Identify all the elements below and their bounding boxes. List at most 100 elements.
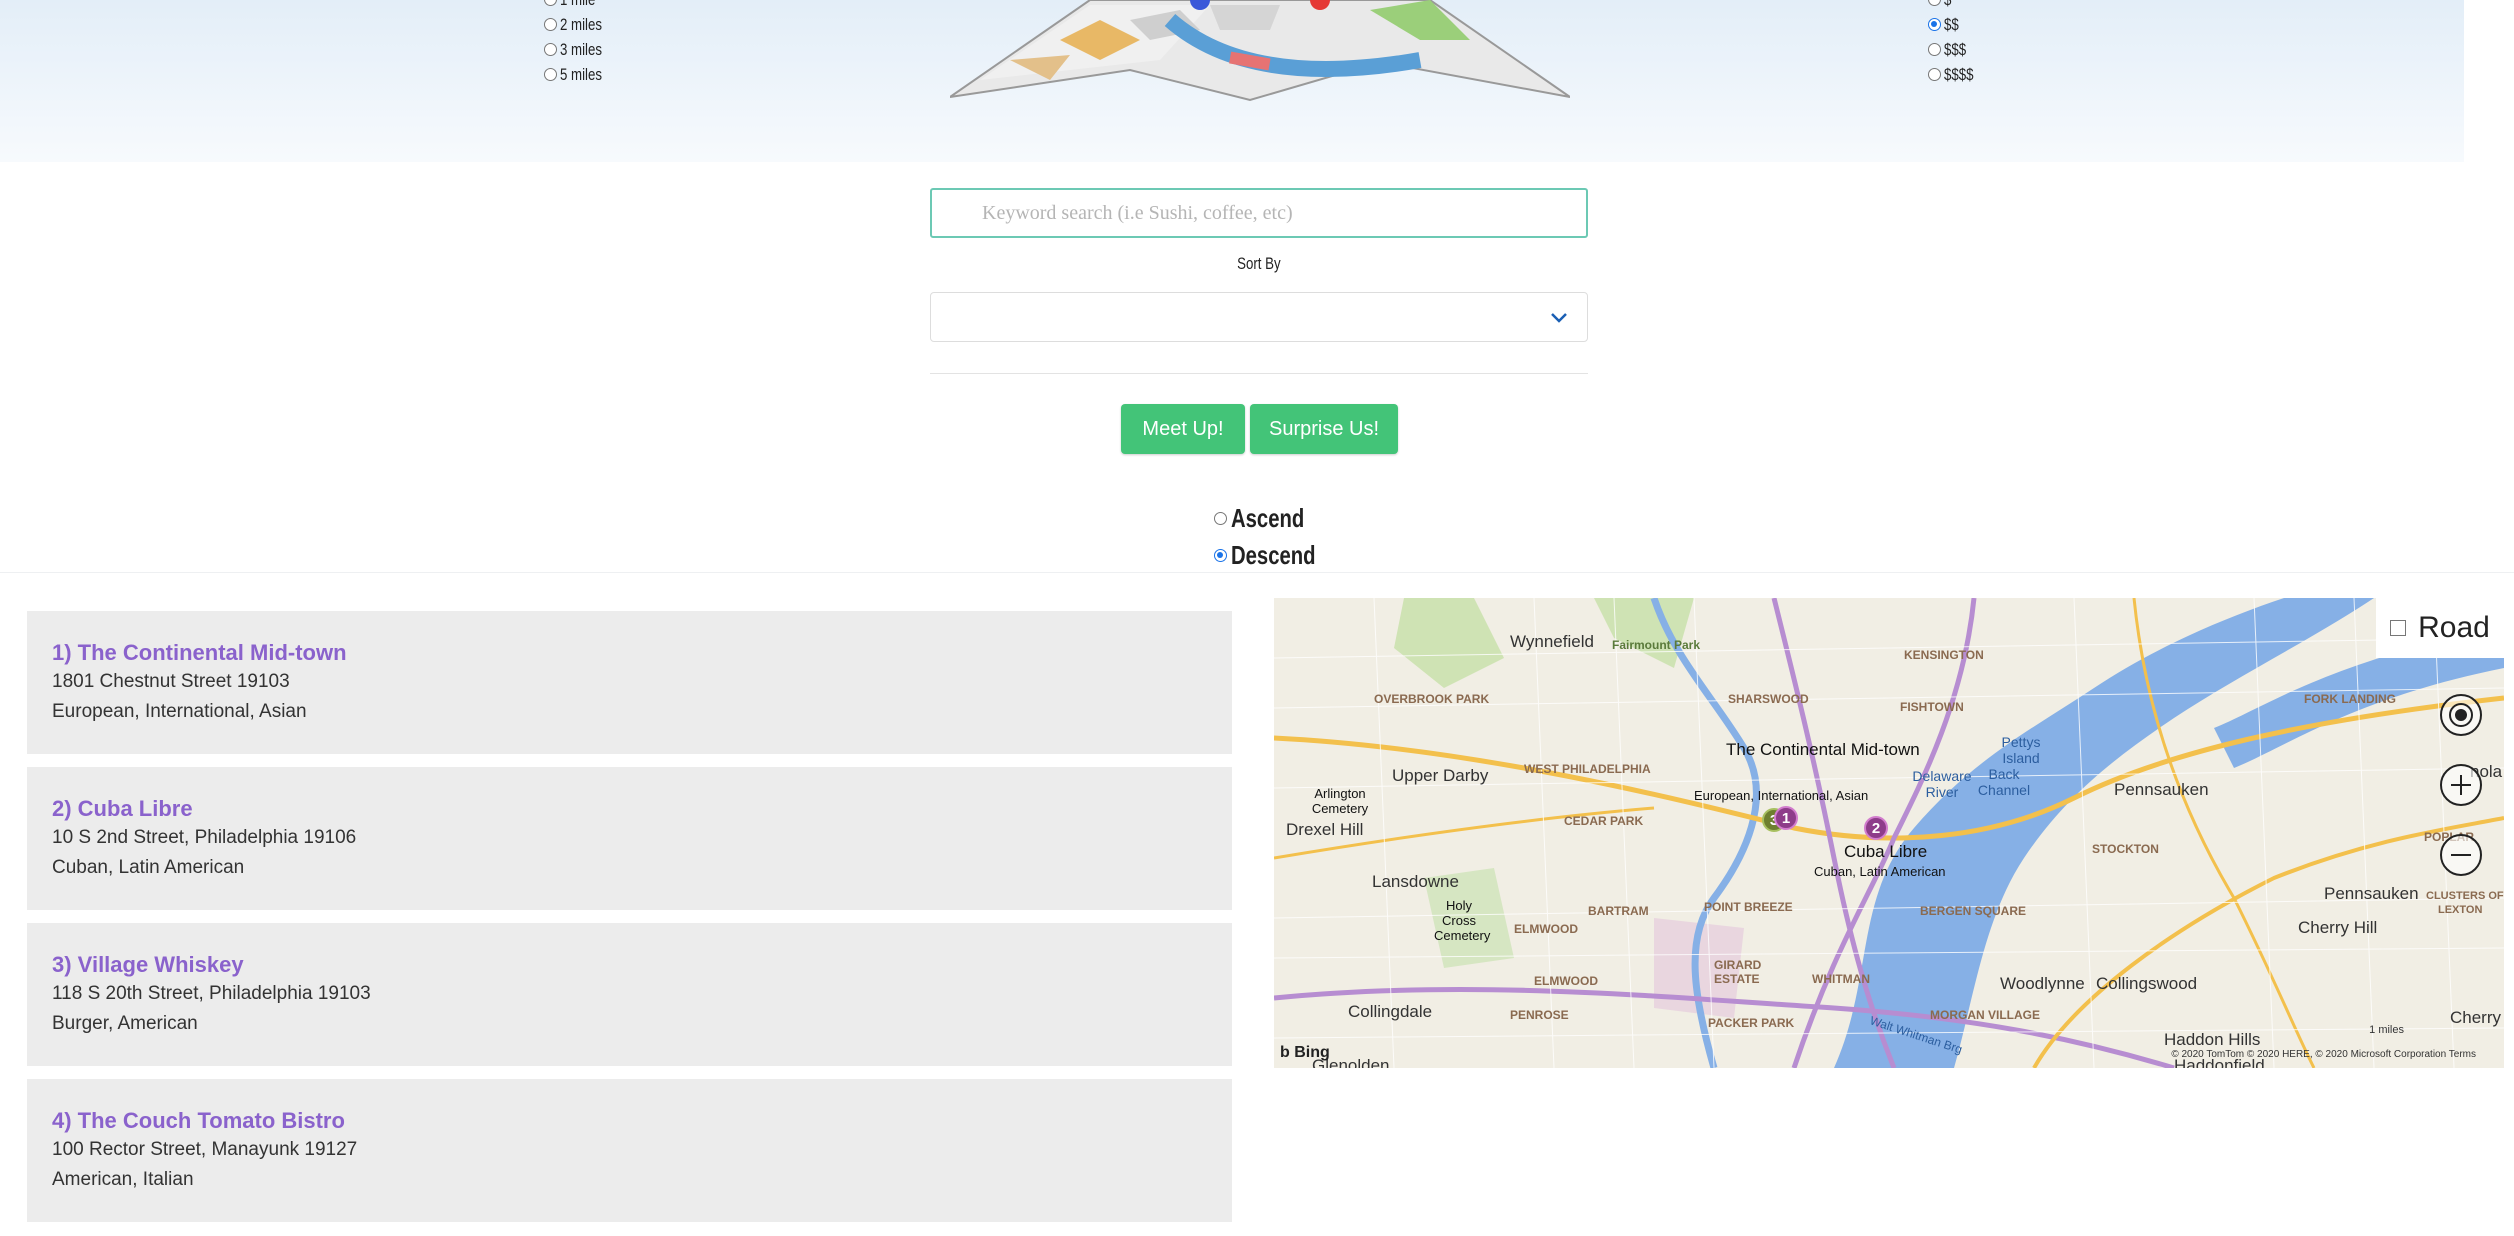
map-copyright: © 2020 TomTom © 2020 HERE, © 2020 Micros… xyxy=(2171,1049,2476,1060)
map-style-label: Road xyxy=(2418,611,2490,644)
distance-label: 1 mile xyxy=(560,0,595,10)
map-place-label: STOCKTON xyxy=(2092,842,2159,856)
map-marker[interactable]: 1 xyxy=(1774,806,1798,830)
map-place-label: Back Channel xyxy=(1977,766,2031,798)
radio-button[interactable] xyxy=(1928,0,1941,6)
map-place-label: KENSINGTON xyxy=(1904,648,1984,662)
result-cuisine: Burger, American xyxy=(52,1013,198,1034)
map-place-label: ELMWOOD xyxy=(1534,974,1598,988)
map-place-label: FISHTOWN xyxy=(1900,700,1964,714)
price-option[interactable]: $ xyxy=(1928,0,1982,12)
pin-title: The Continental Mid-town xyxy=(1726,740,1920,759)
price-label: $$$ xyxy=(1944,39,1967,59)
map-place-label: Collingswood xyxy=(2096,974,2198,993)
radio-button-selected[interactable] xyxy=(1214,549,1227,562)
price-option[interactable]: $$$ xyxy=(1928,37,1982,62)
sort-by-select[interactable] xyxy=(930,292,1588,342)
map-place-label: GIRARD ESTATE xyxy=(1714,958,1762,986)
result-name-link[interactable]: 3) Village Whiskey xyxy=(52,951,1232,979)
result-cuisine: European, International, Asian xyxy=(52,701,307,722)
radio-button[interactable] xyxy=(544,43,557,56)
result-name-link[interactable]: 1) The Continental Mid-town xyxy=(52,639,1232,667)
ascend-option[interactable]: Ascend xyxy=(1214,500,1339,537)
radio-button[interactable] xyxy=(1214,512,1227,525)
map-style-button[interactable]: Road xyxy=(2376,598,2504,658)
result-address: 1801 Chestnut Street 19103 xyxy=(52,671,290,692)
keyword-search-box xyxy=(930,188,1588,238)
price-label: $ xyxy=(1944,0,1951,10)
pin-subtitle: European, International, Asian xyxy=(1694,788,1869,803)
map-place-label: LEXTON xyxy=(2438,904,2483,916)
radio-button[interactable] xyxy=(544,0,557,6)
results-map[interactable]: Wynnefield Fairmount Park KENSINGTON OVE… xyxy=(1274,598,2504,1068)
folded-map-illustration xyxy=(950,0,1570,102)
map-base-layer xyxy=(1274,598,2504,1068)
map-scale: 1 miles xyxy=(2369,1024,2404,1036)
map-place-label: SHARSWOOD xyxy=(1728,692,1809,706)
section-divider xyxy=(0,572,2514,573)
map-place-label: Woodlynne xyxy=(2000,974,2085,993)
map-place-label: FORK LANDING xyxy=(2304,692,2396,706)
result-name-link[interactable]: 4) The Couch Tomato Bistro xyxy=(52,1107,1232,1135)
result-cuisine: Cuban, Latin American xyxy=(52,857,245,878)
sort-by-text: Sort By xyxy=(1237,254,1281,273)
result-card[interactable]: 1) The Continental Mid-town 1801 Chestnu… xyxy=(27,611,1232,754)
distance-option[interactable]: 5 miles xyxy=(544,62,614,87)
map-place-label: Pettys Island xyxy=(2001,734,2041,766)
price-label: $$ xyxy=(1944,14,1959,34)
distance-label: 3 miles xyxy=(560,39,603,59)
map-place-label: Arlington Cemetery xyxy=(1311,786,1369,816)
map-marker[interactable]: 2 xyxy=(1864,816,1888,840)
map-place-label: Cherry Hill xyxy=(2298,918,2378,937)
map-place-label: Pennsauken xyxy=(2324,884,2419,903)
surprise-us-button[interactable]: Surprise Us! xyxy=(1250,404,1398,454)
price-label: $$$$ xyxy=(1944,64,1974,84)
results-list: 1) The Continental Mid-town 1801 Chestnu… xyxy=(27,611,1232,1235)
map-place-label: Upper Darby xyxy=(1392,766,1489,785)
result-card[interactable]: 2) Cuba Libre 10 S 2nd Street, Philadelp… xyxy=(27,767,1232,910)
distance-label: 5 miles xyxy=(560,64,603,84)
plus-icon xyxy=(2451,775,2471,795)
map-place-label: CLUSTERS OF xyxy=(2426,890,2504,902)
keyword-search-input[interactable] xyxy=(932,190,1586,236)
result-card[interactable]: 3) Village Whiskey 118 S 20th Street, Ph… xyxy=(27,923,1232,1066)
radio-button[interactable] xyxy=(1928,68,1941,81)
price-option[interactable]: $$ xyxy=(1928,12,1982,37)
map-place-label: BARTRAM xyxy=(1588,904,1649,918)
map-place-label: PENROSE xyxy=(1510,1008,1569,1022)
map-place-label: PACKER PARK xyxy=(1708,1016,1795,1030)
map-place-label: ELMWOOD xyxy=(1514,922,1578,936)
map-place-label: Fairmount Park xyxy=(1612,638,1701,652)
map-place-label: WHITMAN xyxy=(1812,972,1870,986)
distance-option[interactable]: 2 miles xyxy=(544,12,614,37)
radio-button[interactable] xyxy=(544,18,557,31)
result-address: 100 Rector Street, Manayunk 19127 xyxy=(52,1139,358,1160)
map-place-label: Drexel Hill xyxy=(1286,820,1364,839)
bing-logo: b Bing xyxy=(1280,1044,1330,1062)
descend-option[interactable]: Descend xyxy=(1214,537,1339,574)
distance-label: 2 miles xyxy=(560,14,603,34)
radio-button[interactable] xyxy=(1928,43,1941,56)
map-place-label: MORGAN VILLAGE xyxy=(1930,1008,2040,1022)
map-place-label: Pennsauken xyxy=(2114,780,2209,799)
distance-option[interactable]: 3 miles xyxy=(544,37,614,62)
map-place-label: POINT BREEZE xyxy=(1704,900,1793,914)
form-divider xyxy=(930,373,1588,374)
radio-button[interactable] xyxy=(544,68,557,81)
map-place-label: CEDAR PARK xyxy=(1564,814,1644,828)
descend-label: Descend xyxy=(1231,540,1316,570)
meet-up-button[interactable]: Meet Up! xyxy=(1121,404,1245,454)
radio-button-selected[interactable] xyxy=(1928,18,1941,31)
zoom-in-button[interactable] xyxy=(2440,764,2482,806)
pin-title: Cuba Libre xyxy=(1844,842,1928,861)
locate-me-button[interactable] xyxy=(2440,694,2482,736)
price-option[interactable]: $$$$ xyxy=(1928,62,1982,87)
map-place-label: Holy Cross Cemetery xyxy=(1434,898,1491,943)
map-place-label: Collingdale xyxy=(1348,1002,1433,1021)
result-card[interactable]: 4) The Couch Tomato Bistro 100 Rector St… xyxy=(27,1079,1232,1222)
result-address: 118 S 20th Street, Philadelphia 19103 xyxy=(52,983,371,1004)
zoom-out-button[interactable] xyxy=(2440,834,2482,876)
result-name-link[interactable]: 2) Cuba Libre xyxy=(52,795,1232,823)
distance-option[interactable]: 1 mile xyxy=(544,0,614,12)
map-place-label: Wynnefield xyxy=(1510,632,1594,651)
